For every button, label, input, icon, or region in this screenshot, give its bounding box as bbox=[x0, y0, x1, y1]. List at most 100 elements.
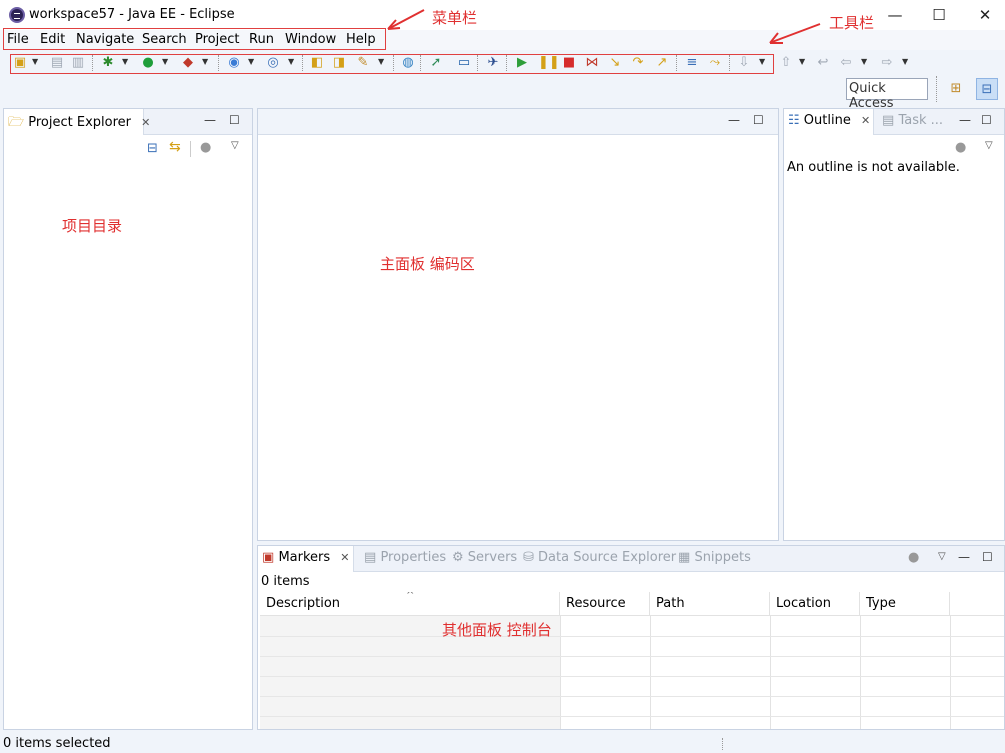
annotation-menubar: 菜单栏 bbox=[432, 9, 478, 27]
view-menu-icon[interactable]: ▽ bbox=[938, 551, 946, 562]
open-type-icon[interactable]: ◧ bbox=[309, 55, 325, 71]
tab-outline[interactable]: ☷ Outline ✕ bbox=[784, 109, 874, 135]
tab-label: Servers bbox=[467, 550, 518, 565]
menubar-arrow-icon bbox=[387, 9, 425, 30]
table-row bbox=[260, 716, 1004, 717]
tab-markers[interactable]: ▣ Markers ✕ bbox=[258, 546, 354, 572]
quick-access-input[interactable]: Quick Access bbox=[846, 78, 928, 111]
chevron-down-icon[interactable]: ▼ bbox=[288, 57, 296, 67]
external-tools-icon[interactable]: ◆ bbox=[180, 55, 196, 71]
open-folder-icon[interactable]: ◨ bbox=[331, 55, 347, 71]
forward-arrow-icon[interactable]: ⇨ bbox=[879, 55, 895, 71]
outline-tabstrip: ☷ Outline ✕ ▤ Task ... — ☐ bbox=[784, 109, 1004, 135]
window-title: workspace57 - Java EE - Eclipse bbox=[29, 7, 235, 22]
open-perspective-icon[interactable]: ⊞ bbox=[945, 78, 967, 100]
outline-panel: ☷ Outline ✕ ▤ Task ... — ☐ ● ▽ An outlin… bbox=[783, 108, 1005, 541]
monitor-icon[interactable]: ▭ bbox=[456, 55, 472, 71]
pin-icon[interactable]: ✈ bbox=[485, 55, 501, 71]
collapse-all-icon[interactable]: ⊟ bbox=[147, 141, 158, 156]
save-icon[interactable]: ▤ bbox=[49, 55, 65, 71]
maximize-icon[interactable]: ☐ bbox=[982, 550, 993, 564]
view-menu-icon[interactable]: ▽ bbox=[231, 140, 239, 151]
table-row bbox=[260, 656, 1004, 657]
chevron-down-icon[interactable]: ▼ bbox=[799, 57, 807, 67]
minimize-button[interactable]: — bbox=[880, 4, 910, 26]
debug-icon[interactable]: ✱ bbox=[100, 55, 116, 71]
tab-data-source-explorer[interactable]: ⛁ Data Source Explorer bbox=[519, 546, 680, 572]
view-separator bbox=[190, 141, 191, 157]
terminate-icon[interactable]: ■ bbox=[561, 55, 577, 71]
column-location[interactable]: Location bbox=[770, 592, 860, 616]
column-divider bbox=[860, 616, 861, 729]
web-service-icon[interactable]: ◎ bbox=[265, 55, 281, 71]
view-menu-icon[interactable]: ▽ bbox=[985, 140, 993, 151]
toolbar-separator bbox=[477, 55, 478, 71]
tab-task-list[interactable]: ▤ Task ... bbox=[878, 109, 947, 135]
column-divider bbox=[650, 616, 651, 729]
eclipse-icon bbox=[9, 7, 25, 23]
resume-icon[interactable]: ▶ bbox=[514, 55, 530, 71]
minimize-icon[interactable]: — bbox=[958, 550, 970, 564]
properties-icon: ▤ bbox=[364, 550, 377, 565]
next-annotation-icon[interactable]: ⇩ bbox=[736, 55, 752, 71]
chevron-down-icon[interactable]: ▼ bbox=[202, 57, 210, 67]
chevron-down-icon[interactable]: ▼ bbox=[32, 57, 40, 67]
tab-snippets[interactable]: ▦ Snippets bbox=[674, 546, 755, 572]
annotation-main-panel: 主面板 编码区 bbox=[380, 255, 475, 273]
minimize-icon[interactable]: — bbox=[728, 113, 740, 127]
maximize-icon[interactable]: ☐ bbox=[753, 113, 764, 127]
java-ee-perspective-icon[interactable]: ⊟ bbox=[976, 78, 998, 100]
column-resource[interactable]: Resource bbox=[560, 592, 650, 616]
maximize-button[interactable]: ☐ bbox=[924, 4, 954, 26]
disconnect-icon[interactable]: ⋈ bbox=[584, 55, 600, 71]
chevron-down-icon[interactable]: ▼ bbox=[902, 57, 910, 67]
tab-servers[interactable]: ⚙ Servers bbox=[448, 546, 521, 572]
back-arrow-icon[interactable]: ⇦ bbox=[838, 55, 854, 71]
bottom-tabstrip: ▣ Markers ✕ ▤ Properties ⚙ Servers ⛁ Dat… bbox=[258, 546, 1004, 572]
prev-annotation-icon[interactable]: ⇧ bbox=[778, 55, 794, 71]
tab-project-explorer[interactable]: 🗁 Project Explorer ✕ bbox=[4, 109, 150, 135]
chevron-down-icon[interactable]: ▼ bbox=[378, 57, 386, 67]
maximize-icon[interactable]: ☐ bbox=[981, 113, 992, 127]
globe-icon[interactable]: ◍ bbox=[400, 55, 416, 71]
filter-icon[interactable]: ● bbox=[955, 140, 966, 155]
suspend-icon[interactable]: ❚❚ bbox=[538, 55, 560, 71]
minimize-icon[interactable]: — bbox=[959, 113, 971, 127]
column-type[interactable]: Type bbox=[860, 592, 950, 616]
filter-icon[interactable]: ● bbox=[908, 550, 919, 565]
table-header: Description ^ Resource Path Location Typ… bbox=[260, 592, 1004, 616]
chevron-down-icon[interactable]: ▼ bbox=[861, 57, 869, 67]
filter-icon[interactable]: ● bbox=[200, 140, 211, 155]
chevron-down-icon[interactable]: ▼ bbox=[122, 57, 130, 67]
project-explorer-tabstrip: 🗁 Project Explorer ✕ — ☐ bbox=[4, 109, 252, 135]
chevron-down-icon[interactable]: ▼ bbox=[162, 57, 170, 67]
step-over-icon[interactable]: ↷ bbox=[630, 55, 646, 71]
close-button[interactable]: ✕ bbox=[970, 4, 1000, 26]
last-edit-icon[interactable]: ↩ bbox=[815, 55, 831, 71]
use-step-filters-icon[interactable]: ⤳ bbox=[707, 55, 723, 71]
tab-properties[interactable]: ▤ Properties bbox=[360, 546, 450, 572]
save-all-icon[interactable]: ▥ bbox=[70, 55, 86, 71]
maximize-icon[interactable]: ☐ bbox=[229, 113, 240, 127]
close-icon[interactable]: ✕ bbox=[861, 114, 870, 127]
chevron-down-icon[interactable]: ▼ bbox=[248, 57, 256, 67]
column-path[interactable]: Path bbox=[650, 592, 770, 616]
step-return-icon[interactable]: ↗ bbox=[654, 55, 670, 71]
close-icon[interactable]: ✕ bbox=[141, 116, 150, 129]
pen-icon[interactable]: ✎ bbox=[355, 55, 371, 71]
toolbar-separator bbox=[676, 55, 677, 71]
new-server-icon[interactable]: ◉ bbox=[226, 55, 242, 71]
menubar-highlight-box bbox=[3, 28, 386, 50]
column-divider bbox=[950, 616, 951, 729]
chevron-down-icon[interactable]: ▼ bbox=[759, 57, 767, 67]
run-on-server-icon[interactable]: ➚ bbox=[428, 55, 444, 71]
minimize-icon[interactable]: — bbox=[204, 113, 216, 127]
run-icon[interactable]: ● bbox=[140, 55, 156, 71]
drop-to-frame-icon[interactable]: ≡ bbox=[684, 55, 700, 71]
link-editor-icon[interactable]: ⇆ bbox=[169, 139, 181, 155]
close-icon[interactable]: ✕ bbox=[340, 551, 349, 564]
toolbar-separator bbox=[92, 55, 93, 71]
new-icon[interactable]: ▣ bbox=[12, 55, 28, 71]
outline-icon: ☷ bbox=[788, 113, 800, 128]
step-into-icon[interactable]: ↘ bbox=[607, 55, 623, 71]
